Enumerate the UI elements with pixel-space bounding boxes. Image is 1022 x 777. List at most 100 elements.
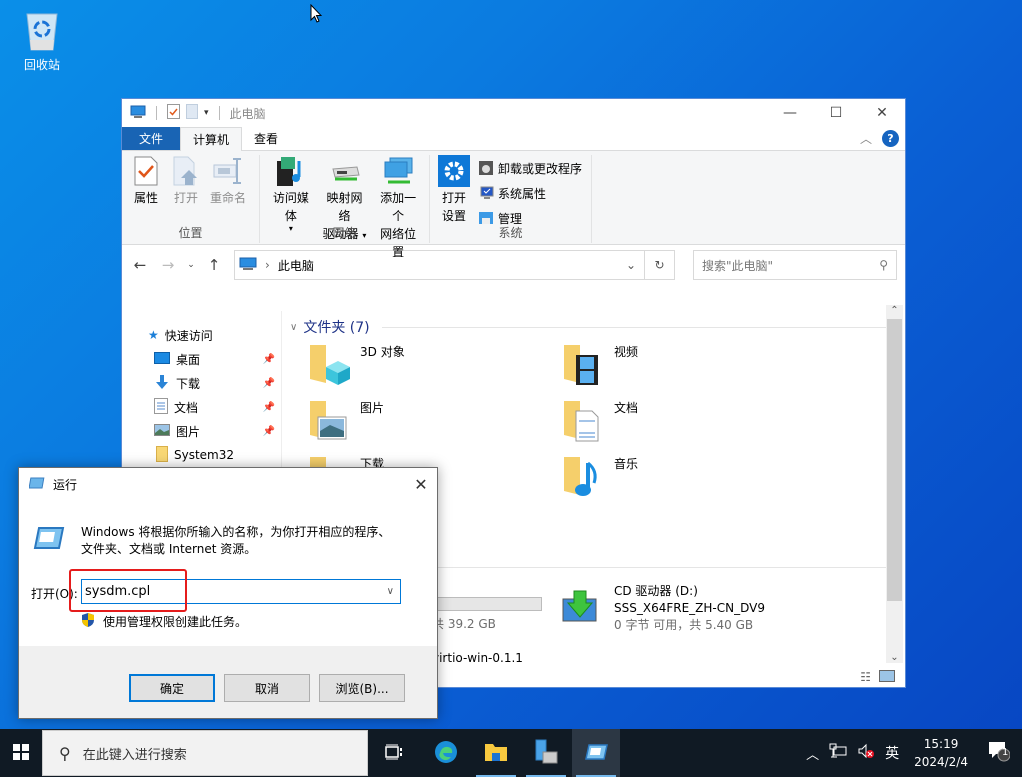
cd-drive-space: 0 字节 可用，共 5.40 GB [614,618,754,632]
cancel-button[interactable]: 取消 [224,674,310,702]
taskbar-file-explorer[interactable] [472,729,520,777]
download-icon [154,374,170,393]
tab-file[interactable]: 文件 [122,127,180,150]
search-box[interactable]: 搜索"此电脑" ⚲ [693,250,897,280]
star-icon: ★ [148,328,159,342]
forward-button[interactable]: → [158,256,178,274]
taskbar-search-input[interactable]: 在此键入进行搜索 [83,744,187,763]
computer-icon [130,105,146,122]
start-button[interactable] [0,729,42,777]
run-dialog: 运行 ✕ Windows 将根据你所输入的名称，为你打开相应的程序、 文件夹、文… [18,467,438,719]
nav-item-documents[interactable]: 文档 📌 [122,395,281,419]
task-view-button[interactable] [370,729,418,777]
network-icon[interactable] [824,743,852,763]
folder-item-music[interactable]: 音乐 [562,455,638,499]
nav-item-pictures[interactable]: 图片 📌 [122,419,281,443]
run-close-button[interactable]: ✕ [405,468,437,500]
help-icon[interactable]: ? [882,130,899,147]
drive-item-virtio[interactable]: virtio-win-0.1.1 [432,651,523,665]
back-button[interactable]: ← [130,256,150,274]
taskbar-search-box[interactable]: ⚲ 在此键入进行搜索 [42,730,368,776]
taskbar: ⚲ 在此键入进行搜索 ︿ 英 15:19 2024/2/4 1 [0,729,1022,777]
run-icon [584,743,608,764]
tab-view[interactable]: 查看 [242,127,290,150]
close-button[interactable]: ✕ [859,99,905,127]
properties-quick-icon[interactable] [167,104,180,122]
scrollbar-thumb[interactable] [887,319,902,601]
address-bar[interactable]: › 此电脑 ⌄ ↻ [234,250,675,280]
music-folder-icon [562,455,606,499]
windows-logo-icon [13,743,29,763]
taskbar-run[interactable] [572,729,620,777]
vertical-scrollbar[interactable]: ⌃ ⌄ [886,305,903,663]
drive-item-c[interactable]: 共 39.2 GB [432,597,542,632]
browse-button[interactable]: 浏览(B)... [319,674,405,702]
ok-button[interactable]: 确定 [129,674,215,702]
large-icons-view-icon[interactable] [879,670,895,685]
action-center-button[interactable]: 1 [978,740,1022,766]
breadcrumb-this-pc[interactable]: 此电脑 [278,257,314,274]
map-drive-icon [329,155,361,187]
file-explorer-icon [484,742,508,765]
drive-item-cd[interactable]: CD 驱动器 (D:) SSS_X64FRE_ZH-CN_DV9 0 字节 可用… [562,583,765,634]
open-icon [170,155,202,187]
pin-icon: 📌 [262,425,275,437]
customize-quick-access-icon[interactable]: ▾ [204,108,209,118]
nav-item-downloads[interactable]: 下载 📌 [122,371,281,395]
group-label-location: 位置 [178,226,203,240]
folder-item-documents[interactable]: 文档 [562,399,638,443]
scroll-up-icon[interactable]: ⌃ [886,305,903,316]
folder-item-pictures[interactable]: 图片 [308,399,384,443]
videos-folder-icon [562,343,606,387]
drive-usage-bar [432,597,542,611]
ribbon-group-network: 访问媒体 ▾ 映射网络 驱动器 ▾ 添加一个 网络位置 网络 [260,155,430,259]
computer-icon [239,257,257,274]
refresh-button[interactable]: ↻ [644,251,674,279]
folder-item-videos[interactable]: 视频 [562,343,638,387]
recycle-bin-label: 回收站 [23,58,60,72]
media-icon [275,155,307,187]
ime-indicator[interactable]: 英 [880,743,904,763]
documents-folder-icon [562,399,606,443]
title-bar: ▾ 此电脑 — ☐ ✕ [122,99,905,127]
volume-muted-icon[interactable] [852,743,880,763]
search-input[interactable]: 搜索"此电脑" [702,257,773,274]
combo-dropdown-icon[interactable]: ∨ [387,586,394,597]
nav-item-desktop[interactable]: 桌面 📌 [122,347,281,371]
taskbar-server-manager[interactable] [522,729,570,777]
nav-item-quick-access[interactable]: ★ 快速访问 [122,323,281,347]
run-large-icon [31,526,65,553]
window-title: 此电脑 [229,106,266,121]
mouse-cursor-icon [310,3,323,26]
pin-icon: 📌 [262,401,275,413]
section-header-folders[interactable]: ∨ 文件夹 (7) [290,317,887,337]
properties-icon [130,155,162,187]
uninstall-program-button[interactable]: 卸载或更改程序 [478,157,582,179]
clock[interactable]: 15:19 2024/2/4 [904,735,978,771]
system-properties-button[interactable]: 系统属性 [478,182,582,204]
nav-item-system32[interactable]: System32 [122,443,281,467]
taskbar-edge[interactable] [422,729,470,777]
details-view-icon[interactable]: ☷ [860,670,871,685]
chevron-down-icon: ∨ [290,321,298,333]
new-folder-quick-icon[interactable] [186,104,198,122]
show-hidden-icons-button[interactable]: ︿ [801,744,824,763]
recycle-bin[interactable]: 回收站 [14,10,70,73]
up-button[interactable]: ↑ [204,256,224,274]
minimize-button[interactable]: — [767,99,813,127]
scroll-down-icon[interactable]: ⌄ [886,652,903,663]
search-icon: ⚲ [879,258,888,272]
address-dropdown-icon[interactable]: ⌄ [618,258,644,272]
desktop-icon [154,351,170,367]
maximize-button[interactable]: ☐ [813,99,859,127]
collapse-ribbon-icon[interactable]: ︿ [860,130,872,147]
clock-time: 15:19 [923,737,959,751]
tab-computer[interactable]: 计算机 [180,127,243,151]
task-view-icon [385,744,403,763]
group-label-system: 系统 [498,226,523,240]
pictures-folder-icon [308,399,352,443]
recent-locations-button[interactable]: ⌄ [186,260,196,270]
ribbon-group-location: 属性 打开 重命名 位置 [122,155,260,243]
ribbon: 属性 打开 重命名 位置 访问媒体 ▾ 映射网络 驱动器 ▾ 添加一个 网络位置… [122,151,905,259]
folder-item-3d-objects[interactable]: 3D 对象 [308,343,405,387]
